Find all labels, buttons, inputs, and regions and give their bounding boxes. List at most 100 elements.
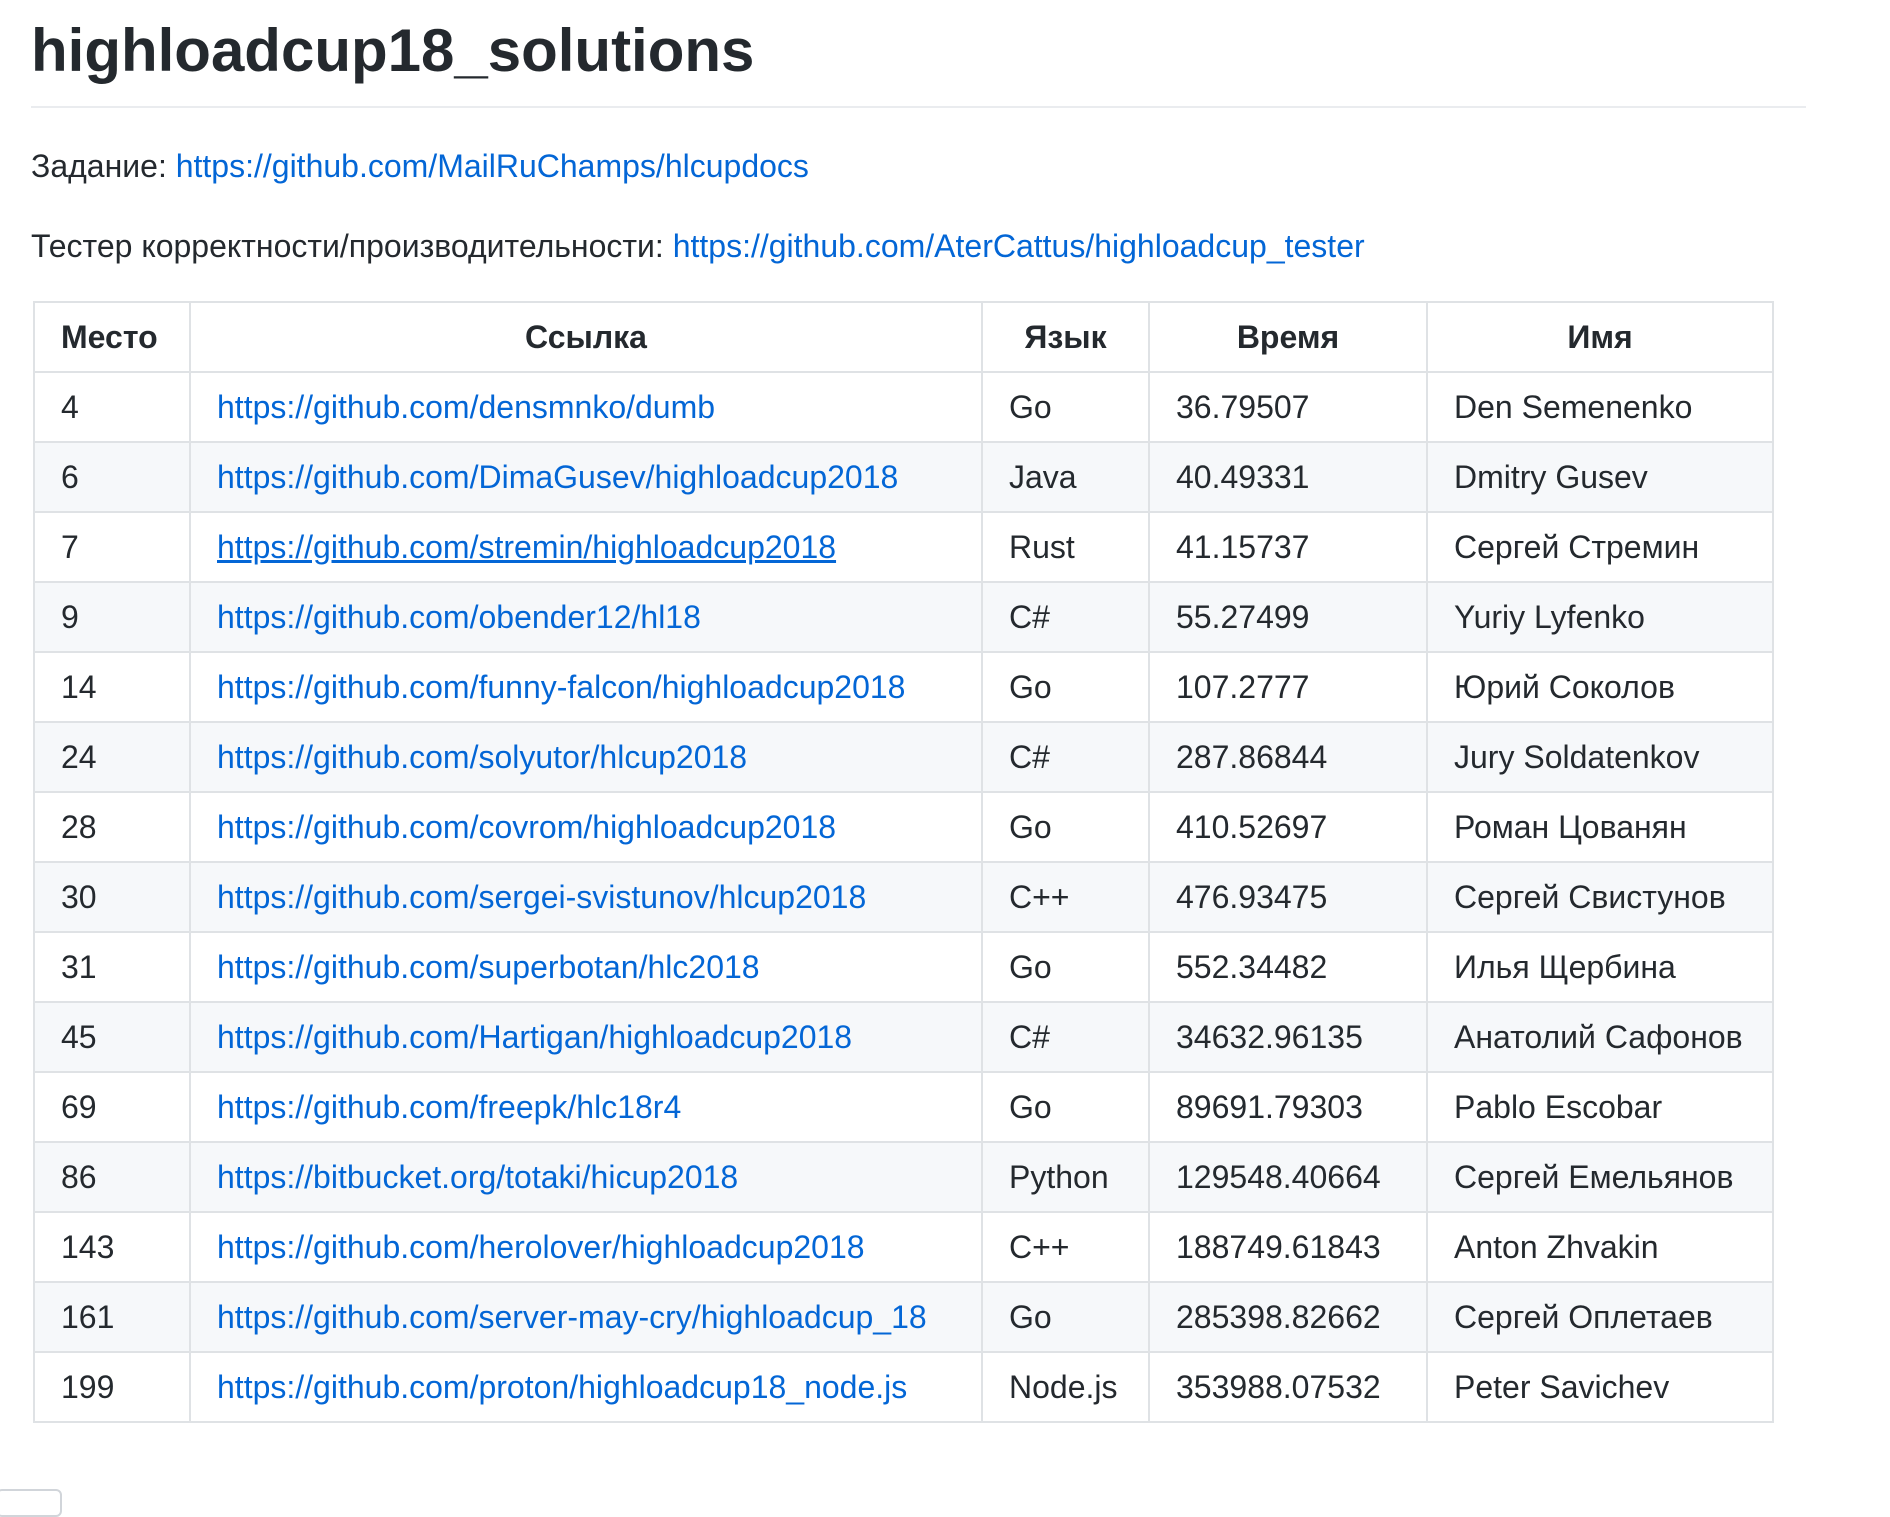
name-cell: Pablo Escobar	[1426, 1071, 1774, 1143]
table-row: 161 https://github.com/server-may-cry/hig…	[33, 1281, 1774, 1353]
time-cell: 55.27499	[1148, 581, 1428, 653]
solution-link[interactable]: https://github.com/herolover/highloadcup…	[217, 1229, 865, 1265]
time-cell: 410.52697	[1148, 791, 1428, 863]
language-cell: Go	[981, 1071, 1150, 1143]
place-cell: 86	[33, 1141, 191, 1213]
time-cell: 476.93475	[1148, 861, 1428, 933]
link-cell: https://github.com/obender12/hl18	[189, 581, 983, 653]
link-cell: https://github.com/solyutor/hlcup2018	[189, 721, 983, 793]
link-cell: https://github.com/DimaGusev/highloadcup…	[189, 441, 983, 513]
time-cell: 552.34482	[1148, 931, 1428, 1003]
link-cell: https://github.com/covrom/highloadcup201…	[189, 791, 983, 863]
readme-content: highloadcup18_solutions Задание: https:/…	[31, 0, 1806, 1423]
page-title: highloadcup18_solutions	[31, 0, 1806, 108]
table-row: 7 https://github.com/stremin/highloadcup2…	[33, 511, 1774, 583]
name-cell: Сергей Емельянов	[1426, 1141, 1774, 1213]
time-cell: 34632.96135	[1148, 1001, 1428, 1073]
tester-link[interactable]: https://github.com/AterCattus/highloadcu…	[673, 228, 1365, 264]
solution-link[interactable]: https://bitbucket.org/totaki/hicup2018	[217, 1159, 738, 1195]
solution-link[interactable]: https://github.com/obender12/hl18	[217, 599, 701, 635]
place-cell: 28	[33, 791, 191, 863]
link-cell: https://github.com/densmnko/dumb	[189, 371, 983, 443]
language-cell: Go	[981, 791, 1150, 863]
language-cell: Go	[981, 931, 1150, 1003]
link-cell: https://github.com/herolover/highloadcup…	[189, 1211, 983, 1283]
place-cell: 143	[33, 1211, 191, 1283]
place-cell: 14	[33, 651, 191, 723]
header-language: Язык	[981, 301, 1150, 373]
solution-link[interactable]: https://github.com/funny-falcon/highload…	[217, 669, 905, 705]
time-cell: 41.15737	[1148, 511, 1428, 583]
link-cell: https://github.com/superbotan/hlc2018	[189, 931, 983, 1003]
solution-link[interactable]: https://github.com/server-may-cry/highlo…	[217, 1299, 927, 1335]
name-cell: Anton Zhvakin	[1426, 1211, 1774, 1283]
time-cell: 285398.82662	[1148, 1281, 1428, 1353]
time-cell: 36.79507	[1148, 371, 1428, 443]
name-cell: Den Semenenko	[1426, 371, 1774, 443]
place-cell: 9	[33, 581, 191, 653]
table-row: 143 https://github.com/herolover/highload…	[33, 1211, 1774, 1283]
name-cell: Илья Щербина	[1426, 931, 1774, 1003]
place-cell: 161	[33, 1281, 191, 1353]
link-cell: https://github.com/proton/highloadcup18_…	[189, 1351, 983, 1423]
time-cell: 188749.61843	[1148, 1211, 1428, 1283]
place-cell: 31	[33, 931, 191, 1003]
solution-link[interactable]: https://github.com/Hartigan/highloadcup2…	[217, 1019, 852, 1055]
task-link[interactable]: https://github.com/MailRuChamps/hlcupdoc…	[176, 148, 809, 184]
name-cell: Yuriy Lyfenko	[1426, 581, 1774, 653]
solution-link[interactable]: https://github.com/densmnko/dumb	[217, 389, 715, 425]
language-cell: Node.js	[981, 1351, 1150, 1423]
solution-link[interactable]: https://github.com/covrom/highloadcup201…	[217, 809, 836, 845]
time-cell: 107.2777	[1148, 651, 1428, 723]
solution-link[interactable]: https://github.com/freepk/hlc18r4	[217, 1089, 681, 1125]
language-cell: Go	[981, 371, 1150, 443]
name-cell: Роман Цованян	[1426, 791, 1774, 863]
table-row: 31 https://github.com/superbotan/hlc2018 G…	[33, 931, 1774, 1003]
language-cell: C#	[981, 721, 1150, 793]
header-time: Время	[1148, 301, 1428, 373]
link-cell: https://github.com/sergei-svistunov/hlcu…	[189, 861, 983, 933]
link-cell: https://github.com/stremin/highloadcup20…	[189, 511, 983, 583]
solution-link[interactable]: https://github.com/proton/highloadcup18_…	[217, 1369, 907, 1405]
solution-link[interactable]: https://github.com/superbotan/hlc2018	[217, 949, 760, 985]
language-cell: Java	[981, 441, 1150, 513]
header-name: Имя	[1426, 301, 1774, 373]
table-row: 4 https://github.com/densmnko/dumb Go 36.79…	[33, 371, 1774, 443]
table-row: 30 https://github.com/sergei-svistunov/hl…	[33, 861, 1774, 933]
language-cell: C#	[981, 581, 1150, 653]
table-row: 45 https://github.com/Hartigan/highloadcu…	[33, 1001, 1774, 1073]
link-cell: https://github.com/Hartigan/highloadcup2…	[189, 1001, 983, 1073]
solution-link[interactable]: https://github.com/DimaGusev/highloadcup…	[217, 459, 898, 495]
solution-link[interactable]: https://github.com/solyutor/hlcup2018	[217, 739, 747, 775]
table-row: 6 https://github.com/DimaGusev/highloadcu…	[33, 441, 1774, 513]
link-cell: https://github.com/freepk/hlc18r4	[189, 1071, 983, 1143]
solution-link[interactable]: https://github.com/sergei-svistunov/hlcu…	[217, 879, 866, 915]
name-cell: Dmitry Gusev	[1426, 441, 1774, 513]
place-cell: 7	[33, 511, 191, 583]
language-cell: Go	[981, 651, 1150, 723]
name-cell: Peter Savichev	[1426, 1351, 1774, 1423]
place-cell: 30	[33, 861, 191, 933]
table-header-row: Место Ссылка Язык Время Имя	[33, 301, 1774, 373]
place-cell: 69	[33, 1071, 191, 1143]
table-row: 24 https://github.com/solyutor/hlcup2018 C…	[33, 721, 1774, 793]
name-cell: Jury Soldatenkov	[1426, 721, 1774, 793]
language-cell: C#	[981, 1001, 1150, 1073]
link-cell: https://github.com/server-may-cry/highlo…	[189, 1281, 983, 1353]
header-link: Ссылка	[189, 301, 983, 373]
time-cell: 89691.79303	[1148, 1071, 1428, 1143]
table-body: 4 https://github.com/densmnko/dumb Go 36.79…	[33, 371, 1774, 1423]
place-cell: 45	[33, 1001, 191, 1073]
time-cell: 129548.40664	[1148, 1141, 1428, 1213]
language-cell: C++	[981, 1211, 1150, 1283]
name-cell: Юрий Соколов	[1426, 651, 1774, 723]
table-row: 28 https://github.com/covrom/highloadcup2…	[33, 791, 1774, 863]
solution-link[interactable]: https://github.com/stremin/highloadcup20…	[217, 529, 836, 565]
language-cell: Python	[981, 1141, 1150, 1213]
time-cell: 287.86844	[1148, 721, 1428, 793]
table-row: 69 https://github.com/freepk/hlc18r4 Go 896…	[33, 1071, 1774, 1143]
link-cell: https://bitbucket.org/totaki/hicup2018	[189, 1141, 983, 1213]
corner-badge	[0, 1489, 62, 1517]
name-cell: Сергей Стремин	[1426, 511, 1774, 583]
time-cell: 40.49331	[1148, 441, 1428, 513]
